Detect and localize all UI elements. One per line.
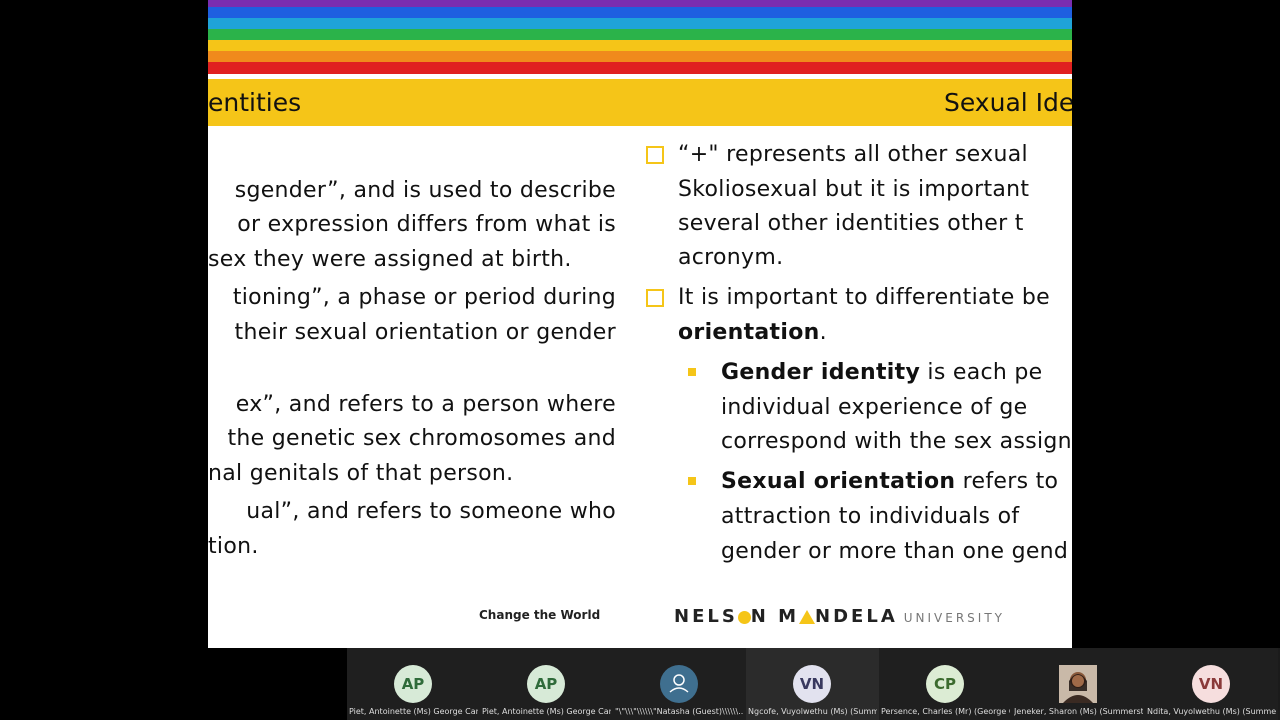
sub-bullet-line: Sexual orientation refers to <box>721 469 1072 494</box>
right-text-line: several other identities other t <box>678 211 1024 236</box>
bullet-box-icon <box>646 146 664 164</box>
avatar: VN <box>793 665 831 703</box>
right-text-line: acronym. <box>678 245 784 270</box>
participant-name: "\"\\\"\\\\\\"Natasha (Guest)\\\\\\... <box>615 707 744 716</box>
slide-title-bar <box>208 79 1072 126</box>
participant-name: Persence, Charles (Mr) (George Ca... <box>881 707 1010 716</box>
left-text-line: tion. <box>208 534 259 559</box>
left-text-line: their sexual orientation or gender <box>234 320 616 345</box>
university-logo: NELS N M NDELA UNIVERSITY <box>674 606 1005 627</box>
participant-tile[interactable]: VN Ngcofe, Vuyolwethu (Ms) (Summer... <box>746 648 879 720</box>
sub-bullet-line: Gender identity is each pe <box>721 360 1072 385</box>
left-text-line: tioning”, a phase or period during <box>232 285 616 310</box>
right-text-line: orientation. <box>678 320 1072 345</box>
avatar: AP <box>394 665 432 703</box>
left-text-line: or expression differs from what is <box>237 212 616 237</box>
bold-term: orientation <box>678 320 820 345</box>
right-text-line: “+" represents all other sexual <box>678 142 1028 167</box>
sub-bullet-line: individual experience of ge <box>721 395 1028 420</box>
slide-title-left: entities <box>208 88 302 117</box>
avatar <box>660 665 698 703</box>
avatar: VN <box>1192 665 1230 703</box>
participant-name: Ndita, Vuyolwethu (Ms) (Summerst... <box>1147 707 1276 716</box>
sub-bullet-line: gender or more than one gend <box>721 539 1069 564</box>
bullet-box-icon <box>646 289 664 307</box>
participant-tile[interactable]: "\"\\\"\\\\\\"Natasha (Guest)\\\\\\... <box>613 648 746 720</box>
participant-name: Jeneker, Sharon (Ms) (Summerstran... <box>1014 707 1143 716</box>
profile-photo-icon <box>1059 665 1097 703</box>
bold-term: Gender identity <box>721 360 921 385</box>
bold-term: Sexual orientation <box>721 469 956 494</box>
left-text-line: ual”, and refers to someone who <box>246 499 616 524</box>
participant-tile[interactable]: AP Piet, Antoinette (Ms) George Campus <box>347 648 480 720</box>
sub-bullet-icon <box>688 477 696 485</box>
participant-name: Piet, Antoinette (Ms) George Campus <box>349 707 478 716</box>
rainbow-stripe <box>208 62 1072 74</box>
sub-bullet-rest: refers to <box>955 469 1059 494</box>
sub-bullet-line: attraction to individuals of <box>721 504 1020 529</box>
logo-dot-icon <box>737 610 751 624</box>
left-text-line: the genetic sex chromosomes and <box>227 426 616 451</box>
sub-bullet-line: correspond with the sex assign <box>721 429 1072 454</box>
slide-title-right: Sexual Ide <box>944 88 1072 117</box>
participant-name: Piet, Antoinette (Ms) George Campus <box>482 707 611 716</box>
right-text-line: It is important to differentiate be <box>678 285 1050 310</box>
sub-bullet-rest: is each pe <box>920 360 1043 385</box>
avatar <box>1059 665 1097 703</box>
punctuation: . <box>819 320 827 345</box>
footer-tagline: Change the World <box>479 608 601 622</box>
participant-name: Ngcofe, Vuyolwethu (Ms) (Summer... <box>748 707 877 716</box>
left-text-line: ex”, and refers to a person where <box>235 392 616 417</box>
participant-tile[interactable]: Jeneker, Sharon (Ms) (Summerstran... <box>1012 648 1145 720</box>
left-text-line: sgender”, and is used to describe <box>234 178 616 203</box>
participant-strip: AP Piet, Antoinette (Ms) George Campus AP P… <box>347 648 1280 720</box>
left-text-line: nal genitals of that person. <box>208 461 514 486</box>
logo-triangle-icon <box>799 610 816 624</box>
avatar: AP <box>527 665 565 703</box>
participant-tile[interactable]: AP Piet, Antoinette (Ms) George Campus <box>480 648 613 720</box>
participant-tile[interactable]: VN Ndita, Vuyolwethu (Ms) (Summerst... <box>1145 648 1278 720</box>
participant-tile[interactable]: CP Persence, Charles (Mr) (George Ca... <box>879 648 1012 720</box>
presentation-slide: entities Sexual Ide sgender”, and is use… <box>208 0 1072 648</box>
left-text-line: sex they were assigned at birth. <box>208 247 572 272</box>
sub-bullet-icon <box>688 368 696 376</box>
right-text-line: Skoliosexual but it is important <box>678 177 1030 202</box>
avatar: CP <box>926 665 964 703</box>
person-icon <box>669 674 689 693</box>
